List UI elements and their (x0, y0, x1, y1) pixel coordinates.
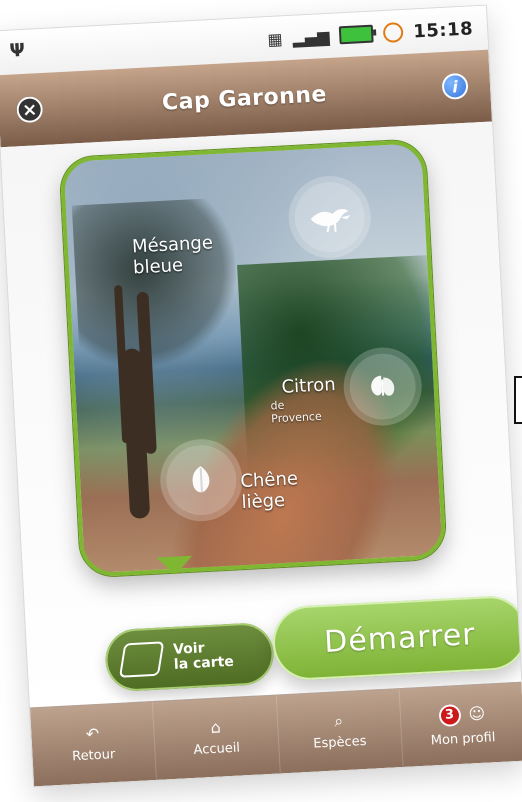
leaf-icon (192, 466, 210, 493)
tab-mon-profil[interactable]: 3 ☺ Mon profil (398, 682, 522, 768)
tree-crown (71, 197, 241, 376)
tree-trunk (121, 348, 151, 519)
page-title: Cap Garonne (161, 81, 328, 116)
tab-label: Retour (71, 746, 116, 764)
tab-accueil[interactable]: ⌂ Accueil (152, 695, 280, 780)
poi-2-sublabel: de Provence (270, 398, 323, 426)
bird-icon (310, 208, 351, 233)
home-icon: ⌂ (210, 717, 222, 737)
battery-icon (338, 24, 374, 45)
tab-especes[interactable]: ⌕ Espèces (275, 689, 403, 774)
info-icon[interactable]: i (441, 72, 469, 101)
start-button-label: Démarrer (323, 616, 477, 660)
tab-label: Espèces (312, 733, 367, 752)
poi-3-label: Chêne liège (239, 468, 299, 514)
back-icon: ↶ (85, 723, 100, 744)
tab-retour[interactable]: ↶ Retour (30, 702, 156, 786)
side-stub-box (514, 376, 522, 424)
notification-badge: 3 (437, 703, 462, 727)
status-time: 15:18 (412, 17, 474, 42)
poi-1-circle[interactable] (292, 180, 367, 254)
poi-2-label: Citron (281, 374, 337, 398)
profile-top: 3 ☺ (437, 702, 486, 727)
photo-card: Mésange bleue Citron de Provence Chêne l… (59, 139, 447, 578)
tab-label: Accueil (193, 740, 241, 758)
usb-icon: Ψ (9, 39, 26, 62)
phone-screen: Ψ ▦ ▂▄▆ 15:18 × Cap Garonne i Mésange bl… (0, 5, 522, 787)
user-icon: ☺ (467, 703, 486, 724)
map-button-line2: la carte (173, 653, 235, 673)
start-button[interactable]: Démarrer (271, 594, 522, 682)
map-icon (118, 641, 165, 678)
main-content: Mésange bleue Citron de Provence Chêne l… (0, 121, 522, 709)
card-pointer (156, 555, 194, 576)
alarm-icon (382, 22, 404, 44)
map-button[interactable]: Voir la carte (104, 621, 276, 693)
poi-1-label: Mésange bleue (131, 232, 214, 279)
data-icon: ▦ (266, 28, 284, 49)
signal-icon: ▂▄▆ (292, 26, 330, 48)
tab-label: Mon profil (430, 729, 496, 749)
search-icon: ⌕ (333, 710, 344, 731)
close-icon[interactable]: × (16, 95, 44, 124)
butterfly-icon (371, 375, 395, 396)
map-button-label: Voir la carte (173, 640, 235, 673)
